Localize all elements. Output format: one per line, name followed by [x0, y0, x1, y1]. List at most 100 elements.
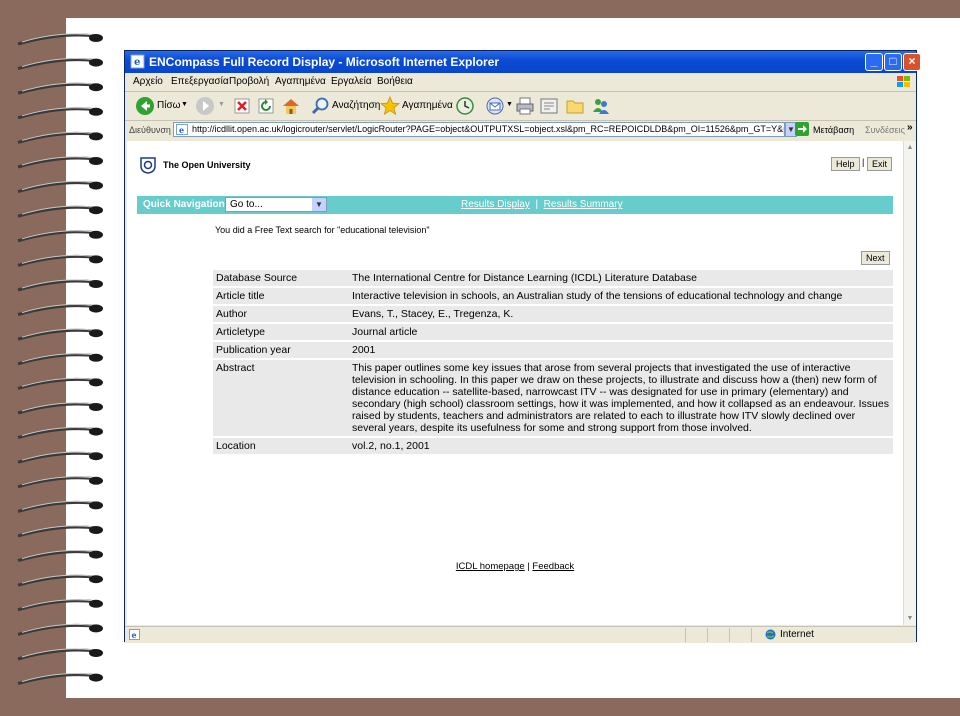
mail-icon[interactable] — [485, 96, 505, 116]
menu-edit[interactable]: Επεξεργασία — [171, 76, 229, 87]
refresh-icon[interactable] — [257, 96, 275, 116]
minimize-button[interactable]: _ — [865, 53, 883, 71]
table-row: Database Source The International Centre… — [213, 270, 893, 286]
maximize-button[interactable]: □ — [884, 53, 902, 71]
field-value: 2001 — [349, 342, 893, 358]
standard-toolbar: Πίσω ▼ ▼ Αναζήτηση Αγαπημένα ▼ — [125, 92, 916, 121]
forward-dropdown-icon[interactable]: ▼ — [218, 101, 225, 108]
menu-bar: Αρχείο Επεξεργασία Προβολή Αγαπημένα Εργ… — [125, 73, 916, 92]
table-row: Article title Interactive television in … — [213, 288, 893, 304]
go-arrow-icon[interactable] — [795, 122, 809, 136]
status-divider — [751, 628, 752, 642]
forward-arrow-icon[interactable] — [195, 96, 215, 116]
goto-select-value: Go to... — [230, 199, 263, 210]
quick-navigation-bar: Quick Navigation: Go to... ▼ Results Dis… — [137, 196, 893, 214]
toolbar-chevron-icon[interactable]: » — [907, 122, 913, 133]
status-bar: e Internet — [125, 626, 916, 643]
open-university-logo-icon — [140, 157, 156, 174]
menu-view[interactable]: Προβολή — [229, 76, 269, 87]
field-value: Journal article — [349, 324, 893, 340]
edit-page-icon[interactable] — [539, 96, 559, 116]
chevron-down-icon[interactable]: ▼ — [312, 198, 326, 211]
security-zone-label: Internet — [780, 629, 814, 641]
go-label[interactable]: Μετάβαση — [813, 125, 854, 135]
field-label: Abstract — [213, 360, 349, 436]
search-icon[interactable] — [311, 96, 331, 116]
goto-select[interactable]: Go to... ▼ — [225, 197, 327, 212]
binding-hole — [89, 34, 103, 42]
table-row: Author Evans, T., Stacey, E., Tregenza, … — [213, 306, 893, 322]
link-separator: | — [535, 199, 539, 210]
help-button[interactable]: Help — [831, 157, 860, 171]
abstract-text: This paper outlines some key issues that… — [349, 360, 893, 436]
field-label: Database Source — [213, 270, 349, 286]
page-content: The Open University Help | Exit Quick Na… — [127, 141, 903, 625]
menu-file[interactable]: Αρχείο — [133, 76, 163, 87]
button-separator: | — [862, 157, 865, 167]
svg-text:e: e — [134, 57, 140, 68]
icdl-homepage-link[interactable]: ICDL homepage — [456, 561, 525, 572]
title-bar[interactable]: e ENCompass Full Record Display - Micros… — [125, 51, 921, 73]
results-display-link[interactable]: Results Display — [461, 199, 530, 210]
binding-hole — [89, 329, 103, 338]
folder-icon[interactable] — [565, 96, 585, 116]
close-button[interactable]: × — [903, 53, 921, 71]
windows-logo-icon — [897, 76, 910, 87]
scroll-down-icon[interactable]: ▼ — [904, 612, 916, 625]
binding-hole — [89, 501, 103, 510]
field-label: Articletype — [213, 324, 349, 340]
binding-hole — [89, 476, 103, 485]
binding-hole — [89, 132, 103, 141]
scroll-up-icon[interactable]: ▲ — [904, 141, 916, 154]
status-divider — [729, 628, 730, 642]
favorites-label[interactable]: Αγαπημένα — [402, 100, 453, 111]
binding-hole — [89, 181, 103, 190]
exit-button[interactable]: Exit — [867, 157, 893, 171]
print-icon[interactable] — [515, 96, 535, 116]
next-button[interactable]: Next — [861, 251, 890, 265]
menu-help[interactable]: Βοήθεια — [377, 76, 413, 87]
search-label[interactable]: Αναζήτηση — [332, 100, 380, 111]
field-label: Article title — [213, 288, 349, 304]
binding-hole — [89, 304, 103, 313]
binding-hole — [89, 157, 103, 165]
binding-hole — [89, 206, 103, 215]
binding-hole — [89, 624, 103, 633]
binding-hole — [89, 230, 103, 239]
feedback-link[interactable]: Feedback — [532, 561, 574, 572]
mail-dropdown-icon[interactable]: ▼ — [506, 101, 513, 108]
ie-page-icon: e — [130, 54, 145, 69]
field-label: Author — [213, 306, 349, 322]
menu-tools[interactable]: Εργαλεία — [331, 76, 372, 87]
globe-icon — [765, 629, 776, 640]
vertical-scrollbar[interactable]: ▲ ▼ — [903, 141, 916, 625]
favorites-star-icon[interactable] — [380, 96, 400, 116]
results-links: Results Display | Results Summary — [461, 199, 623, 210]
field-value: The International Centre for Distance Le… — [349, 270, 893, 286]
address-input[interactable]: e http://icdllit.open.ac.uk/logicrouter/… — [173, 122, 785, 137]
address-bar: Διεύθυνση e http://icdllit.open.ac.uk/lo… — [125, 121, 916, 139]
table-row: Abstract This paper outlines some key is… — [213, 360, 893, 436]
stop-icon[interactable] — [233, 96, 251, 116]
spiral-binding — [17, 33, 103, 686]
table-row: Articletype Journal article — [213, 324, 893, 340]
quick-navigation-label: Quick Navigation: — [143, 199, 229, 210]
back-arrow-icon[interactable] — [135, 96, 155, 116]
messenger-icon[interactable] — [591, 96, 611, 116]
results-summary-link[interactable]: Results Summary — [544, 199, 623, 210]
ie-page-icon: e — [176, 124, 188, 135]
back-label[interactable]: Πίσω — [157, 100, 180, 111]
binding-hole — [89, 280, 103, 288]
footer-links: ICDL homepage | Feedback — [127, 561, 903, 572]
home-icon[interactable] — [281, 96, 301, 116]
back-dropdown-icon[interactable]: ▼ — [181, 101, 188, 108]
binding-hole — [89, 599, 103, 608]
binding-hole — [89, 649, 103, 657]
svg-text:e: e — [132, 630, 137, 640]
history-icon[interactable] — [455, 96, 475, 116]
security-zone: Internet — [765, 629, 814, 640]
menu-favorites[interactable]: Αγαπημένα — [275, 76, 326, 87]
ie-page-icon: e — [129, 629, 140, 640]
links-label[interactable]: Συνδέσεις — [865, 125, 905, 135]
binding-hole — [89, 255, 103, 264]
